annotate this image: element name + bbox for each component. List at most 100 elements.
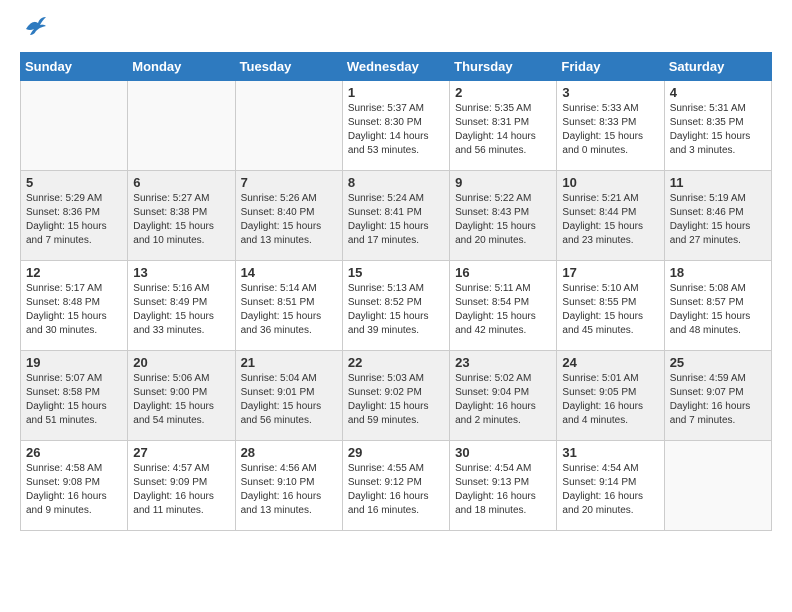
week-row-4: 19 Sunrise: 5:07 AM Sunset: 8:58 PM Dayli… — [21, 351, 772, 441]
day-cell: 15 Sunrise: 5:13 AM Sunset: 8:52 PM Dayli… — [342, 261, 449, 351]
day-number: 25 — [670, 355, 766, 370]
header-cell-thursday: Thursday — [450, 53, 557, 81]
day-number: 22 — [348, 355, 444, 370]
header-cell-monday: Monday — [128, 53, 235, 81]
day-number: 12 — [26, 265, 122, 280]
day-number: 1 — [348, 85, 444, 100]
day-number: 30 — [455, 445, 551, 460]
day-info: Sunrise: 5:26 AM Sunset: 8:40 PM Dayligh… — [241, 192, 337, 248]
day-number: 20 — [133, 355, 229, 370]
day-info: Sunrise: 5:13 AM Sunset: 8:52 PM Dayligh… — [348, 282, 444, 338]
day-number: 4 — [670, 85, 766, 100]
day-info: Sunrise: 5:22 AM Sunset: 8:43 PM Dayligh… — [455, 192, 551, 248]
header-cell-friday: Friday — [557, 53, 664, 81]
day-number: 19 — [26, 355, 122, 370]
day-number: 11 — [670, 175, 766, 190]
day-info: Sunrise: 4:56 AM Sunset: 9:10 PM Dayligh… — [241, 462, 337, 518]
day-cell: 9 Sunrise: 5:22 AM Sunset: 8:43 PM Daylig… — [450, 171, 557, 261]
day-cell: 6Sunrise: 5:27 AM Sunset: 8:38 PM Daylig… — [128, 171, 235, 261]
page-header — [20, 20, 772, 42]
day-cell: 31 Sunrise: 4:54 AM Sunset: 9:14 PM Dayli… — [557, 441, 664, 531]
day-info: Sunrise: 4:55 AM Sunset: 9:12 PM Dayligh… — [348, 462, 444, 518]
day-cell: 8 Sunrise: 5:24 AM Sunset: 8:41 PM Daylig… — [342, 171, 449, 261]
day-info: Sunrise: 5:29 AM Sunset: 8:36 PM Dayligh… — [26, 192, 122, 248]
day-cell: 22 Sunrise: 5:03 AM Sunset: 9:02 PM Dayli… — [342, 351, 449, 441]
day-info: Sunrise: 5:21 AM Sunset: 8:44 PM Dayligh… — [562, 192, 658, 248]
day-number: 10 — [562, 175, 658, 190]
day-info: Sunrise: 4:57 AM Sunset: 9:09 PM Dayligh… — [133, 462, 229, 518]
day-cell: 26 Sunrise: 4:58 AM Sunset: 9:08 PM Dayli… — [21, 441, 128, 531]
day-number: 18 — [670, 265, 766, 280]
day-info: Sunrise: 5:35 AM Sunset: 8:31 PM Dayligh… — [455, 102, 551, 158]
day-number: 28 — [241, 445, 337, 460]
logo — [20, 20, 46, 42]
day-cell: 7 Sunrise: 5:26 AM Sunset: 8:40 PM Daylig… — [235, 171, 342, 261]
day-cell: 11 Sunrise: 5:19 AM Sunset: 8:46 PM Dayli… — [664, 171, 771, 261]
day-cell: 23 Sunrise: 5:02 AM Sunset: 9:04 PM Dayli… — [450, 351, 557, 441]
calendar-body: 1 Sunrise: 5:37 AM Sunset: 8:30 PM Daylig… — [21, 81, 772, 531]
day-cell: 1 Sunrise: 5:37 AM Sunset: 8:30 PM Daylig… — [342, 81, 449, 171]
day-number: 29 — [348, 445, 444, 460]
day-number: 8 — [348, 175, 444, 190]
day-number: 7 — [241, 175, 337, 190]
day-cell — [664, 441, 771, 531]
day-cell: 20Sunrise: 5:06 AM Sunset: 9:00 PM Dayli… — [128, 351, 235, 441]
day-cell: 27 Sunrise: 4:57 AM Sunset: 9:09 PM Dayli… — [128, 441, 235, 531]
header-cell-tuesday: Tuesday — [235, 53, 342, 81]
day-info: Sunrise: 4:54 AM Sunset: 9:14 PM Dayligh… — [562, 462, 658, 518]
week-row-1: 1 Sunrise: 5:37 AM Sunset: 8:30 PM Daylig… — [21, 81, 772, 171]
day-info: Sunrise: 5:02 AM Sunset: 9:04 PM Dayligh… — [455, 372, 551, 428]
day-cell: 14Sunrise: 5:14 AM Sunset: 8:51 PM Dayli… — [235, 261, 342, 351]
day-number: 23 — [455, 355, 551, 370]
day-info: Sunrise: 5:16 AM Sunset: 8:49 PM Dayligh… — [133, 282, 229, 338]
day-number: 21 — [241, 355, 337, 370]
day-number: 3 — [562, 85, 658, 100]
day-cell: 17 Sunrise: 5:10 AM Sunset: 8:55 PM Dayli… — [557, 261, 664, 351]
day-info: Sunrise: 5:10 AM Sunset: 8:55 PM Dayligh… — [562, 282, 658, 338]
day-info: Sunrise: 5:37 AM Sunset: 8:30 PM Dayligh… — [348, 102, 444, 158]
day-number: 13 — [133, 265, 229, 280]
day-cell: 13 Sunrise: 5:16 AM Sunset: 8:49 PM Dayli… — [128, 261, 235, 351]
calendar-table: SundayMondayTuesdayWednesdayThursdayFrid… — [20, 52, 772, 531]
day-number: 15 — [348, 265, 444, 280]
day-cell: 10 Sunrise: 5:21 AM Sunset: 8:44 PM Dayli… — [557, 171, 664, 261]
day-info: Sunrise: 5:17 AM Sunset: 8:48 PM Dayligh… — [26, 282, 122, 338]
day-cell — [128, 81, 235, 171]
day-info: Sunrise: 4:58 AM Sunset: 9:08 PM Dayligh… — [26, 462, 122, 518]
day-number: 6 — [133, 175, 229, 190]
day-info: Sunrise: 5:01 AM Sunset: 9:05 PM Dayligh… — [562, 372, 658, 428]
day-info: Sunrise: 5:04 AM Sunset: 9:01 PM Dayligh… — [241, 372, 337, 428]
week-row-2: 5Sunrise: 5:29 AM Sunset: 8:36 PM Daylig… — [21, 171, 772, 261]
day-number: 31 — [562, 445, 658, 460]
header-cell-saturday: Saturday — [664, 53, 771, 81]
header-cell-wednesday: Wednesday — [342, 53, 449, 81]
day-cell — [235, 81, 342, 171]
day-cell: 30Sunrise: 4:54 AM Sunset: 9:13 PM Dayli… — [450, 441, 557, 531]
day-info: Sunrise: 5:07 AM Sunset: 8:58 PM Dayligh… — [26, 372, 122, 428]
day-cell: 19 Sunrise: 5:07 AM Sunset: 8:58 PM Dayli… — [21, 351, 128, 441]
day-info: Sunrise: 5:03 AM Sunset: 9:02 PM Dayligh… — [348, 372, 444, 428]
day-number: 26 — [26, 445, 122, 460]
day-cell: 2Sunrise: 5:35 AM Sunset: 8:31 PM Daylig… — [450, 81, 557, 171]
day-number: 27 — [133, 445, 229, 460]
day-number: 17 — [562, 265, 658, 280]
calendar-header: SundayMondayTuesdayWednesdayThursdayFrid… — [21, 53, 772, 81]
day-cell — [21, 81, 128, 171]
header-row: SundayMondayTuesdayWednesdayThursdayFrid… — [21, 53, 772, 81]
day-info: Sunrise: 5:19 AM Sunset: 8:46 PM Dayligh… — [670, 192, 766, 248]
day-info: Sunrise: 5:11 AM Sunset: 8:54 PM Dayligh… — [455, 282, 551, 338]
day-info: Sunrise: 5:08 AM Sunset: 8:57 PM Dayligh… — [670, 282, 766, 338]
day-cell: 25 Sunrise: 4:59 AM Sunset: 9:07 PM Dayli… — [664, 351, 771, 441]
day-cell: 12 Sunrise: 5:17 AM Sunset: 8:48 PM Dayli… — [21, 261, 128, 351]
day-info: Sunrise: 4:59 AM Sunset: 9:07 PM Dayligh… — [670, 372, 766, 428]
week-row-5: 26 Sunrise: 4:58 AM Sunset: 9:08 PM Dayli… — [21, 441, 772, 531]
header-cell-sunday: Sunday — [21, 53, 128, 81]
day-number: 9 — [455, 175, 551, 190]
day-cell: 29 Sunrise: 4:55 AM Sunset: 9:12 PM Dayli… — [342, 441, 449, 531]
day-info: Sunrise: 5:24 AM Sunset: 8:41 PM Dayligh… — [348, 192, 444, 248]
logo-bird-icon — [24, 15, 46, 37]
day-info: Sunrise: 5:31 AM Sunset: 8:35 PM Dayligh… — [670, 102, 766, 158]
day-cell: 4 Sunrise: 5:31 AM Sunset: 8:35 PM Daylig… — [664, 81, 771, 171]
day-cell: 16Sunrise: 5:11 AM Sunset: 8:54 PM Dayli… — [450, 261, 557, 351]
day-cell: 21 Sunrise: 5:04 AM Sunset: 9:01 PM Dayli… — [235, 351, 342, 441]
